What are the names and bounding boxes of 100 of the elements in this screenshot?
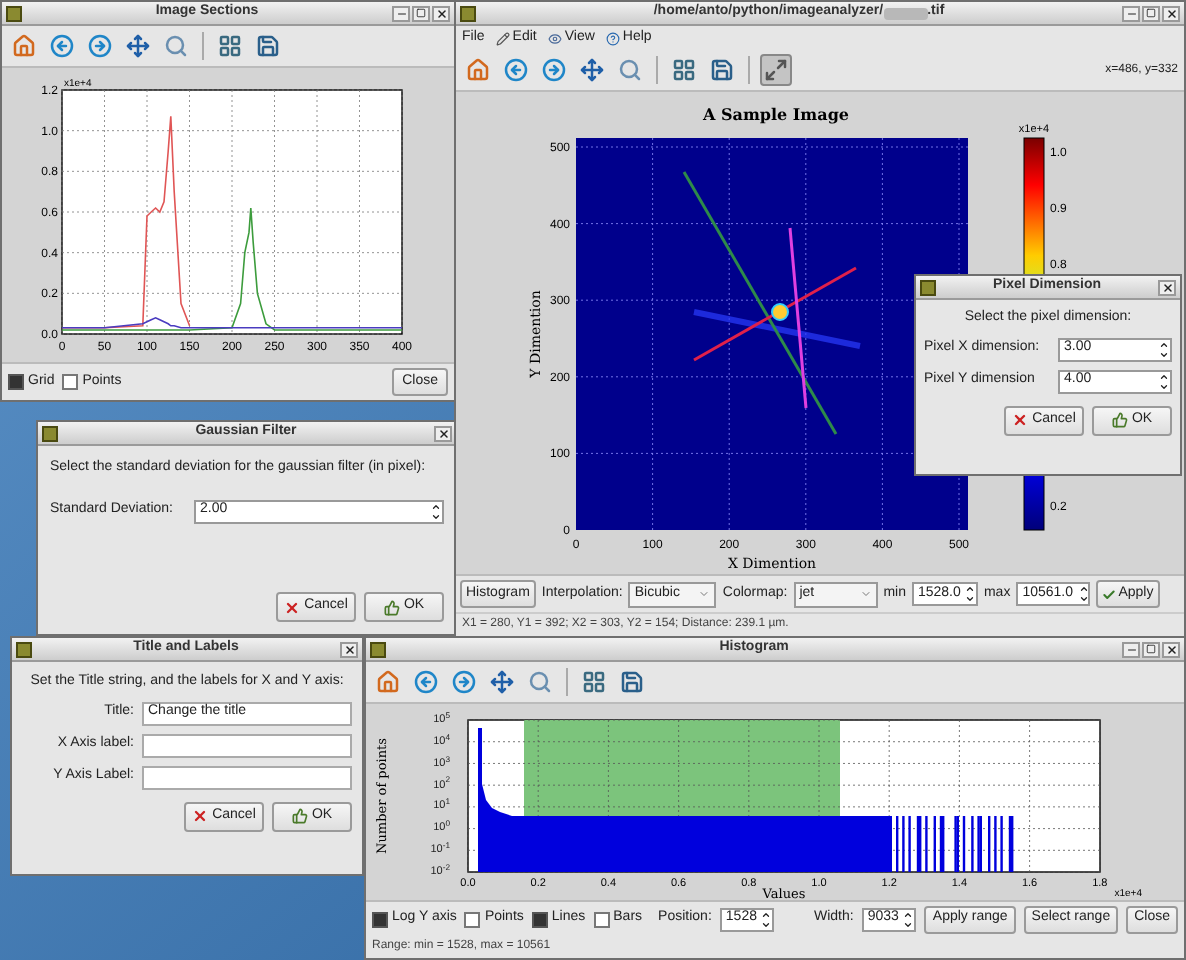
- grid-icon: [218, 34, 242, 58]
- app-icon: [920, 279, 936, 295]
- help-icon: [606, 31, 621, 45]
- zoom-button[interactable]: [524, 666, 556, 698]
- spin-arrows-icon: [760, 909, 773, 929]
- forward-button[interactable]: [84, 30, 116, 62]
- minimize-button[interactable]: [1122, 5, 1140, 21]
- expand-button[interactable]: [760, 54, 792, 86]
- zoom-icon: [528, 670, 552, 694]
- spin-arrows-icon: [1158, 371, 1170, 391]
- forward-button[interactable]: [538, 54, 570, 86]
- close-button[interactable]: [434, 425, 452, 441]
- close-button[interactable]: [1162, 5, 1180, 21]
- save-icon: [256, 34, 280, 58]
- chart-title: A Sample Image: [703, 104, 849, 124]
- cross-icon: [284, 599, 301, 615]
- forward-icon: [88, 34, 112, 58]
- home-icon: [376, 670, 400, 694]
- move-icon: [490, 670, 514, 694]
- blurred-block: [883, 7, 928, 19]
- checkbox[interactable]: [531, 911, 548, 927]
- close-icon: [1161, 281, 1173, 293]
- text-field[interactable]: [142, 765, 352, 789]
- close-button[interactable]: [1158, 279, 1176, 295]
- save-icon: [710, 58, 734, 82]
- app-icon: [370, 641, 386, 657]
- spin-arrows-icon: [902, 909, 915, 929]
- save-button[interactable]: [616, 666, 648, 698]
- home-button[interactable]: [462, 54, 494, 86]
- close-button[interactable]: [340, 641, 358, 657]
- forward-button[interactable]: [448, 666, 480, 698]
- zoom-button[interactable]: [614, 54, 646, 86]
- grid-button[interactable]: [668, 54, 700, 86]
- save-button[interactable]: [252, 30, 284, 62]
- checkbox[interactable]: [8, 374, 24, 390]
- minimize-button[interactable]: [392, 5, 410, 21]
- maximize-button[interactable]: [1142, 5, 1160, 21]
- minimize-icon: [1125, 7, 1137, 19]
- grid-button[interactable]: [214, 30, 246, 62]
- save-button[interactable]: [706, 54, 738, 86]
- home-icon: [466, 58, 490, 82]
- move-button[interactable]: [576, 54, 608, 86]
- move-button[interactable]: [122, 30, 154, 62]
- checkbox[interactable]: [464, 911, 481, 927]
- close-button[interactable]: [1162, 641, 1180, 657]
- check-icon: [1102, 587, 1117, 601]
- eye-icon: [548, 31, 563, 45]
- back-button[interactable]: [46, 30, 78, 62]
- grid-button[interactable]: [578, 666, 610, 698]
- forward-icon: [452, 670, 476, 694]
- cross-icon: [192, 808, 209, 824]
- close-button[interactable]: [432, 5, 450, 21]
- back-button[interactable]: [410, 666, 442, 698]
- cross-icon: [1012, 412, 1029, 428]
- minimize-button[interactable]: [1122, 641, 1140, 657]
- close-icon: [1165, 643, 1177, 655]
- maximize-icon: [416, 8, 426, 18]
- zoom-button[interactable]: [160, 30, 192, 62]
- maximize-icon: [1146, 8, 1156, 18]
- checkbox[interactable]: [593, 911, 610, 927]
- back-icon: [50, 34, 74, 58]
- maximize-icon: [1146, 644, 1156, 654]
- back-icon: [504, 58, 528, 82]
- spin-arrows-icon: [964, 584, 977, 604]
- save-icon: [620, 670, 644, 694]
- move-button[interactable]: [486, 666, 518, 698]
- close-icon: [435, 7, 447, 19]
- grid-icon: [582, 670, 606, 694]
- move-icon: [580, 58, 604, 82]
- close-icon: [437, 427, 449, 439]
- thumbs-up-icon: [383, 599, 400, 615]
- pencil-icon: [496, 31, 511, 45]
- thumbs-up-icon: [1111, 412, 1128, 428]
- checkbox[interactable]: [372, 911, 388, 927]
- expand-icon: [764, 58, 788, 82]
- checkbox[interactable]: [62, 374, 79, 390]
- back-icon: [414, 670, 438, 694]
- close-icon: [1165, 7, 1177, 19]
- home-icon: [12, 34, 36, 58]
- minimize-icon: [395, 7, 407, 19]
- back-button[interactable]: [500, 54, 532, 86]
- app-icon: [16, 641, 32, 657]
- spin-arrows-icon: [1158, 339, 1170, 359]
- bright-spot: [771, 303, 789, 321]
- thumbs-up-icon: [291, 808, 308, 824]
- spin-arrows-icon: [430, 501, 442, 521]
- caret-icon: [698, 588, 711, 600]
- text-field[interactable]: [142, 733, 352, 757]
- app-icon: [460, 5, 476, 21]
- spin-arrows-icon: [1077, 584, 1090, 604]
- home-button[interactable]: [372, 666, 404, 698]
- maximize-button[interactable]: [412, 5, 430, 21]
- minimize-icon: [1125, 643, 1137, 655]
- close-icon: [343, 643, 355, 655]
- zoom-icon: [164, 34, 188, 58]
- move-icon: [126, 34, 150, 58]
- maximize-button[interactable]: [1142, 641, 1160, 657]
- forward-icon: [542, 58, 566, 82]
- zoom-icon: [618, 58, 642, 82]
- home-button[interactable]: [8, 30, 40, 62]
